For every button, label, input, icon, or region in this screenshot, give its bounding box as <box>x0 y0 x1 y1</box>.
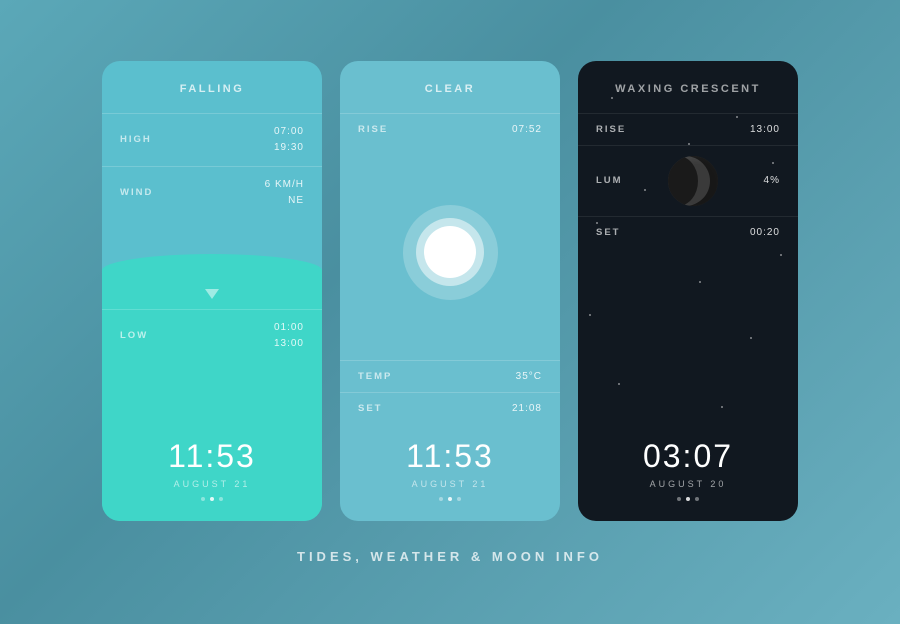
moon-visual <box>668 152 718 210</box>
star <box>618 383 620 385</box>
tides-wind-speed: 6 KM/H <box>265 177 304 193</box>
dot-2 <box>210 497 214 501</box>
tide-arrow-icon <box>205 289 219 299</box>
tides-low-row: LOW 01:00 13:00 <box>102 309 322 362</box>
moon-time: 03:07 <box>588 438 788 475</box>
tides-high-row: HIGH 07:00 19:30 <box>102 113 322 166</box>
tides-high-label: HIGH <box>120 134 152 145</box>
moon-rise-row: RISE 13:00 <box>578 113 798 145</box>
tides-low-value: 13:00 <box>274 336 304 352</box>
weather-rise-label: RISE <box>358 124 388 135</box>
tides-high-time: 07:00 <box>274 124 304 140</box>
dot-3 <box>457 497 461 501</box>
dot-2 <box>686 497 690 501</box>
weather-set-row: SET 21:08 <box>340 392 560 424</box>
weather-temp-value: 35°C <box>516 371 542 382</box>
weather-visual <box>340 145 560 360</box>
star <box>750 337 752 339</box>
dot-2 <box>448 497 452 501</box>
dot-3 <box>695 497 699 501</box>
tides-visual <box>102 219 322 309</box>
page-title: TIDES, WEATHER & MOON INFO <box>297 549 603 564</box>
weather-header: CLEAR <box>340 61 560 113</box>
moon-set-row: SET 00:20 <box>578 216 798 248</box>
weather-set-value: 21:08 <box>512 403 542 414</box>
weather-set-label: SET <box>358 403 382 414</box>
sun-outer <box>403 205 498 300</box>
tides-low-values: 01:00 13:00 <box>274 320 304 352</box>
moon-icon <box>668 156 718 206</box>
tides-high-value: 19:30 <box>274 140 304 156</box>
moon-set-value: 00:20 <box>750 227 780 238</box>
star <box>780 254 782 256</box>
moon-lum-value: 4% <box>764 175 780 186</box>
dot-3 <box>219 497 223 501</box>
star <box>721 406 723 408</box>
weather-dots <box>350 497 550 501</box>
weather-temp-label: TEMP <box>358 371 392 382</box>
tides-time: 11:53 <box>112 438 312 475</box>
tides-time-section: 11:53 AUGUST 21 <box>102 424 322 521</box>
weather-rise-row: RISE 07:52 <box>340 113 560 145</box>
moon-time-section: 03:07 AUGUST 20 <box>578 424 798 521</box>
moon-date: AUGUST 20 <box>588 479 788 489</box>
sun-inner <box>416 218 484 286</box>
moon-rise-value: 13:00 <box>750 124 780 135</box>
weather-time-section: 11:53 AUGUST 21 <box>340 424 560 521</box>
weather-temp-row: TEMP 35°C <box>340 360 560 392</box>
weather-time: 11:53 <box>350 438 550 475</box>
tides-wind-row: WIND 6 KM/H NE <box>102 166 322 219</box>
moon-rise-label: RISE <box>596 124 626 135</box>
dot-1 <box>439 497 443 501</box>
tides-wind-dir: NE <box>265 193 304 209</box>
moon-dots <box>588 497 788 501</box>
dot-1 <box>677 497 681 501</box>
dot-1 <box>201 497 205 501</box>
moon-shadow <box>668 156 698 206</box>
tides-low-label: LOW <box>120 330 148 341</box>
sun-core <box>424 226 476 278</box>
tides-header: FALLING <box>102 61 322 113</box>
moon-card: WAXING CRESCENT RISE 13:00 LUM 4% SET 00… <box>578 61 798 521</box>
moon-lum-label: LUM <box>596 175 623 186</box>
weather-rise-value: 07:52 <box>512 124 542 135</box>
moon-header: WAXING CRESCENT <box>578 61 798 113</box>
moon-lum-row: LUM 4% <box>578 145 798 216</box>
tides-wind-label: WIND <box>120 187 153 198</box>
cards-container: FALLING HIGH 07:00 19:30 WIND 6 KM/H NE … <box>102 61 798 521</box>
tide-wave <box>102 254 322 309</box>
tides-high-values: 07:00 19:30 <box>274 124 304 156</box>
tides-card: FALLING HIGH 07:00 19:30 WIND 6 KM/H NE … <box>102 61 322 521</box>
tides-low-time: 01:00 <box>274 320 304 336</box>
weather-card: CLEAR RISE 07:52 TEMP 35°C SET 21:08 11:… <box>340 61 560 521</box>
tides-wind-values: 6 KM/H NE <box>265 177 304 209</box>
star <box>699 281 701 283</box>
tides-dots <box>112 497 312 501</box>
moon-set-label: SET <box>596 227 620 238</box>
weather-date: AUGUST 21 <box>350 479 550 489</box>
star <box>589 314 591 316</box>
tides-date: AUGUST 21 <box>112 479 312 489</box>
